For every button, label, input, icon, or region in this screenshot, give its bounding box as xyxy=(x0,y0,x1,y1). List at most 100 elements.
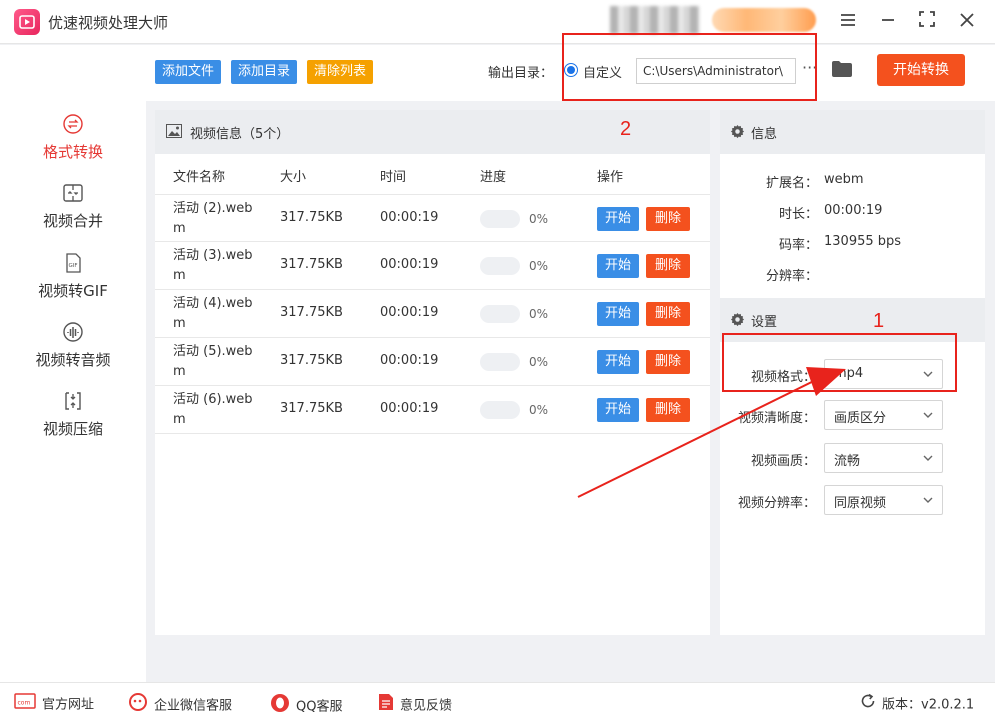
output-dir-label: 输出目录： xyxy=(488,66,554,81)
play-logo-icon xyxy=(14,9,40,35)
hamburger-icon[interactable] xyxy=(836,10,860,34)
audio-icon xyxy=(62,321,84,343)
start-button[interactable]: 开始 xyxy=(597,302,639,326)
table-row: 活动 (2).webm 317.75KB 00:00:19 0% 开始 删除 xyxy=(155,194,710,242)
video-resolution-select[interactable]: 同原视频 xyxy=(824,485,943,515)
sidebar-item-compress[interactable]: 视频压缩 xyxy=(0,390,146,456)
feedback-link[interactable]: 意见反馈 xyxy=(378,693,453,715)
svg-text:com: com xyxy=(18,700,31,707)
sidebar-item-label: 视频转音频 xyxy=(35,351,111,369)
delete-button[interactable]: 删除 xyxy=(646,398,690,422)
start-button[interactable]: 开始 xyxy=(597,350,639,374)
file-time: 00:00:19 xyxy=(380,210,439,225)
clear-list-button[interactable]: 清除列表 xyxy=(307,60,374,84)
video-clarity-label: 视频清晰度： xyxy=(737,411,816,426)
website-icon: com xyxy=(14,693,36,713)
info-title: 信息 xyxy=(751,127,778,142)
column-progress: 进度 xyxy=(480,170,507,185)
video-resolution-label: 视频分辨率： xyxy=(737,496,816,511)
footer: com 官方网址 企业微信客服 QQ客服 意见反馈 版本：v2.0.2.1 xyxy=(0,682,995,721)
add-directory-button[interactable]: 添加目录 xyxy=(231,60,298,84)
progress-bar xyxy=(480,210,520,228)
bitrate-row: 码率： 130955 bps xyxy=(720,234,985,256)
minimize-icon[interactable] xyxy=(876,10,900,34)
delete-button[interactable]: 删除 xyxy=(646,302,690,326)
app-title: 优速视频处理大师 xyxy=(48,14,169,32)
column-size: 大小 xyxy=(280,170,307,185)
table-row: 活动 (4).webm 317.75KB 00:00:19 0% 开始 删除 xyxy=(155,290,710,338)
version-label: 版本：v2.0.2.1 xyxy=(882,697,975,713)
start-convert-button[interactable]: 开始转换 xyxy=(877,54,965,86)
merge-icon xyxy=(62,182,84,204)
video-clarity-row: 视频清晰度： 画质区分 xyxy=(720,400,985,432)
bitrate-value: 130955 bps xyxy=(824,234,902,249)
progress-bar xyxy=(480,305,520,323)
file-size: 317.75KB xyxy=(280,210,343,225)
qq-icon xyxy=(270,693,290,717)
table-row: 活动 (3).webm 317.75KB 00:00:19 0% 开始 删除 xyxy=(155,242,710,290)
website-link[interactable]: com 官方网址 xyxy=(14,693,94,713)
progress-bar xyxy=(480,257,520,275)
duration-value: 00:00:19 xyxy=(824,203,883,218)
version-info[interactable]: 版本：v2.0.2.1 xyxy=(860,693,974,713)
file-list-panel: 视频信息（5个） 文件名称 大小 时间 进度 操作 活动 (2).webm 31… xyxy=(155,110,710,635)
user-account-badge[interactable] xyxy=(712,8,816,32)
sidebar-item-format-convert[interactable]: 格式转换 xyxy=(0,113,146,179)
file-name: 活动 (4).webm xyxy=(173,296,253,331)
file-size: 317.75KB xyxy=(280,401,343,416)
info-header: 信息 xyxy=(720,110,985,154)
table-row: 活动 (5).webm 317.75KB 00:00:19 0% 开始 删除 xyxy=(155,338,710,386)
refresh-icon xyxy=(860,693,876,713)
file-count-title: 视频信息（5个） xyxy=(190,127,290,142)
delete-button[interactable]: 删除 xyxy=(646,207,690,231)
column-action: 操作 xyxy=(597,170,624,185)
wechat-icon xyxy=(128,693,148,715)
website-label: 官方网址 xyxy=(42,697,95,713)
ext-row: 扩展名： webm xyxy=(720,172,985,194)
file-size: 317.75KB xyxy=(280,305,343,320)
duration-row: 时长： 00:00:19 xyxy=(720,203,985,225)
video-clarity-select[interactable]: 画质区分 xyxy=(824,400,943,430)
sidebar-item-merge[interactable]: 视频合并 xyxy=(0,182,146,248)
sidebar-item-label: 视频转GIF xyxy=(38,282,108,300)
start-button[interactable]: 开始 xyxy=(597,398,639,422)
delete-button[interactable]: 删除 xyxy=(646,350,690,374)
close-icon[interactable] xyxy=(955,10,979,34)
wechat-support-link[interactable]: 企业微信客服 xyxy=(128,693,233,715)
feedback-label: 意见反馈 xyxy=(400,698,453,714)
wechat-support-label: 企业微信客服 xyxy=(154,698,233,714)
gear-icon xyxy=(730,312,745,331)
table-row: 活动 (6).webm 317.75KB 00:00:19 0% 开始 删除 xyxy=(155,386,710,434)
annotation-box-1 xyxy=(722,333,957,392)
user-avatar[interactable] xyxy=(610,6,700,34)
resolution-label: 分辨率： xyxy=(765,269,818,284)
settings-title: 设置 xyxy=(751,315,778,330)
start-button[interactable]: 开始 xyxy=(597,207,639,231)
bitrate-label: 码率： xyxy=(778,238,818,253)
qq-support-link[interactable]: QQ客服 xyxy=(270,693,342,715)
select-value: 同原视频 xyxy=(834,496,887,511)
duration-label: 时长： xyxy=(778,207,818,222)
progress-bar xyxy=(480,401,520,419)
video-quality-row: 视频画质： 流畅 xyxy=(720,443,985,475)
file-time: 00:00:19 xyxy=(380,401,439,416)
feedback-icon xyxy=(378,693,394,715)
title-bar: 优速视频处理大师 xyxy=(0,0,995,44)
gear-icon xyxy=(730,124,745,143)
sidebar-item-gif[interactable]: GIF 视频转GIF xyxy=(0,252,146,318)
progress-percent: 0% xyxy=(529,403,549,417)
chevron-down-icon xyxy=(923,452,933,467)
delete-button[interactable]: 删除 xyxy=(646,254,690,278)
add-file-button[interactable]: 添加文件 xyxy=(155,60,222,84)
format-convert-icon xyxy=(62,113,84,135)
video-resolution-row: 视频分辨率： 同原视频 xyxy=(720,485,985,517)
folder-icon[interactable] xyxy=(831,60,853,78)
sidebar-item-audio[interactable]: 视频转音频 xyxy=(0,321,146,387)
select-value: 画质区分 xyxy=(834,411,887,426)
file-time: 00:00:19 xyxy=(380,353,439,368)
file-time: 00:00:19 xyxy=(380,305,439,320)
video-quality-select[interactable]: 流畅 xyxy=(824,443,943,473)
start-button[interactable]: 开始 xyxy=(597,254,639,278)
fullscreen-icon[interactable] xyxy=(915,10,939,34)
gif-icon: GIF xyxy=(62,252,84,274)
